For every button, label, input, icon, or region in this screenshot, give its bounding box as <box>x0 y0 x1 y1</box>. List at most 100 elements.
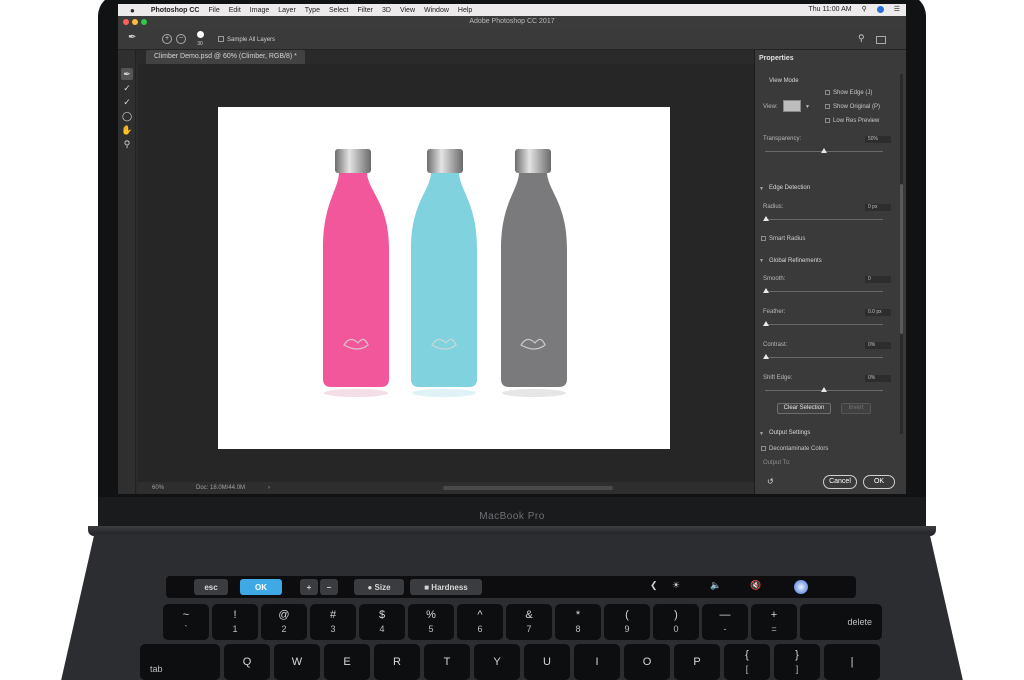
key-3[interactable]: #3 <box>310 604 356 640</box>
menu-3d[interactable]: 3D <box>382 7 391 14</box>
menu-app-name[interactable]: Photoshop CC <box>151 7 200 14</box>
key-7[interactable]: & 7 <box>506 604 552 640</box>
menu-help[interactable]: Help <box>458 7 472 14</box>
key-equals[interactable]: + = <box>751 604 797 640</box>
apple-menu-icon[interactable]: ● <box>130 6 135 15</box>
key-2[interactable]: @2 <box>261 604 307 640</box>
document-tab[interactable]: Climber Demo.psd @ 60% (Climber, RGB/8) … <box>146 50 305 64</box>
menu-window[interactable]: Window <box>424 7 449 14</box>
properties-scrollbar[interactable] <box>900 74 903 434</box>
menu-list-icon[interactable]: ☰ <box>894 5 900 13</box>
contrast-slider-track[interactable] <box>765 357 883 358</box>
smooth-slider-track[interactable] <box>765 291 883 292</box>
key-5[interactable]: % 5 <box>408 604 454 640</box>
chevron-down-icon[interactable]: ▼ <box>759 186 764 192</box>
hand-tool-icon[interactable]: ✋ <box>121 124 133 136</box>
canvas-area[interactable] <box>138 64 754 482</box>
key-i[interactable]: I <box>574 644 620 680</box>
add-to-selection-icon[interactable]: + <box>162 34 172 44</box>
contrast-slider-thumb[interactable] <box>763 354 769 359</box>
clock-text[interactable]: Thu 11:00 AM <box>809 6 852 13</box>
touchbar-collapse-icon[interactable]: ❮ <box>650 580 658 591</box>
search-icon[interactable]: ⚲ <box>858 33 865 44</box>
key-4[interactable]: $4 <box>359 604 405 640</box>
key-backslash[interactable]: | <box>824 644 880 680</box>
close-window-icon[interactable] <box>123 19 129 25</box>
invert-button[interactable]: Invert <box>841 403 871 414</box>
shift-edge-value[interactable]: 0% <box>865 375 891 382</box>
cancel-button[interactable]: Cancel <box>823 475 857 489</box>
key-backtick[interactable]: ~ ` <box>163 604 209 640</box>
key-1[interactable]: ! 1 <box>212 604 258 640</box>
quick-selection-tool-icon[interactable]: ✒ <box>121 68 133 80</box>
status-menu-icon[interactable]: › <box>268 485 270 491</box>
menu-file[interactable]: File <box>208 7 219 14</box>
touchbar-ok-button[interactable]: OK <box>240 579 282 595</box>
key-open-bracket[interactable]: {[ <box>724 644 770 680</box>
chevron-down-icon[interactable]: ▼ <box>759 258 764 264</box>
contrast-value[interactable]: 0% <box>865 342 891 349</box>
subtract-from-selection-icon[interactable]: − <box>176 34 186 44</box>
clear-selection-button[interactable]: Clear Selection <box>777 403 831 414</box>
sample-all-layers-checkbox[interactable]: Sample All Layers <box>218 34 275 43</box>
key-tab[interactable]: tab <box>140 644 220 680</box>
refine-edge-brush-icon[interactable]: ✓ <box>121 82 133 94</box>
transparency-slider-thumb[interactable] <box>821 148 827 153</box>
key-q[interactable]: Q <box>224 644 270 680</box>
chevron-down-icon[interactable]: ▼ <box>759 431 764 437</box>
key-r[interactable]: R <box>374 644 420 680</box>
key-0[interactable]: ) 0 <box>653 604 699 640</box>
shift-edge-slider-thumb[interactable] <box>821 387 827 392</box>
touchbar-esc-button[interactable]: esc <box>194 579 228 595</box>
view-mode-thumbnail[interactable] <box>783 100 801 112</box>
scrollbar-thumb[interactable] <box>900 184 903 334</box>
key-e[interactable]: E <box>324 644 370 680</box>
mute-icon[interactable]: 🔇 <box>750 580 761 591</box>
menu-type[interactable]: Type <box>305 7 320 14</box>
brush-tool-preset-icon[interactable]: ✒ <box>128 32 136 43</box>
brush-size-picker[interactable]: 30 <box>194 31 206 47</box>
menu-image[interactable]: Image <box>250 7 269 14</box>
zoom-level[interactable]: 60% <box>152 485 164 491</box>
key-9[interactable]: (9 <box>604 604 650 640</box>
chevron-down-icon[interactable]: ▼ <box>805 104 810 110</box>
menu-filter[interactable]: Filter <box>357 7 373 14</box>
reset-icon[interactable]: ↺ <box>767 477 774 486</box>
feather-value[interactable]: 0.0 px <box>865 309 891 316</box>
key-6[interactable]: ^ 6 <box>457 604 503 640</box>
key-close-bracket[interactable]: }] <box>774 644 820 680</box>
key-y[interactable]: Y <box>474 644 520 680</box>
zoom-tool-icon[interactable]: ⚲ <box>121 138 133 150</box>
minimize-window-icon[interactable] <box>132 19 138 25</box>
smart-radius-checkbox[interactable]: Smart Radius <box>761 236 805 242</box>
horizontal-scrollbar[interactable] <box>443 486 613 490</box>
smooth-slider-thumb[interactable] <box>763 288 769 293</box>
decontaminate-colors-checkbox[interactable]: Decontaminate Colors <box>761 446 828 452</box>
key-t[interactable]: T <box>424 644 470 680</box>
brightness-icon[interactable]: ☀ <box>672 580 680 591</box>
user-icon[interactable] <box>876 5 884 13</box>
radius-slider-track[interactable] <box>765 219 883 220</box>
search-icon[interactable]: ⚲ <box>862 5 867 13</box>
document-canvas[interactable] <box>218 107 670 449</box>
lasso-tool-icon[interactable]: ◯ <box>121 110 133 122</box>
show-original-checkbox[interactable]: Show Original (P) <box>825 104 880 110</box>
workspace-icon[interactable] <box>876 36 886 44</box>
touchbar-hardness-button[interactable]: ■ Hardness <box>410 579 482 595</box>
menu-layer[interactable]: Layer <box>278 7 296 14</box>
menu-edit[interactable]: Edit <box>229 7 241 14</box>
siri-icon[interactable] <box>794 580 808 594</box>
feather-slider-track[interactable] <box>765 324 883 325</box>
key-p[interactable]: P <box>674 644 720 680</box>
key-8[interactable]: * 8 <box>555 604 601 640</box>
key-w[interactable]: W <box>274 644 320 680</box>
key-o[interactable]: O <box>624 644 670 680</box>
touchbar-subtract-selection-icon[interactable]: − <box>320 579 338 595</box>
ok-button[interactable]: OK <box>863 475 895 489</box>
volume-icon[interactable]: 🔈 <box>710 580 721 591</box>
feather-slider-thumb[interactable] <box>763 321 769 326</box>
document-size-info[interactable]: Doc: 18.0M/44.0M <box>196 485 245 491</box>
radius-value[interactable]: 0 px <box>865 204 891 211</box>
key-delete[interactable]: delete <box>800 604 882 640</box>
radius-slider-thumb[interactable] <box>763 216 769 221</box>
